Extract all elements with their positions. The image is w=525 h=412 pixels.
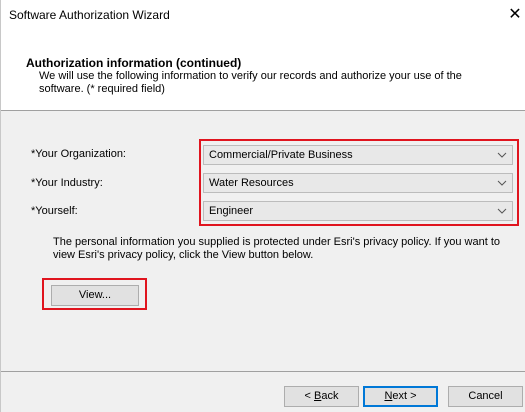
privacy-notice: The personal information you supplied is… xyxy=(53,236,501,261)
yourself-value: Engineer xyxy=(209,205,254,217)
organization-label: *Your Organization: xyxy=(31,148,126,160)
cancel-button[interactable]: Cancel xyxy=(448,386,523,407)
next-rest: ext > xyxy=(392,390,417,402)
page-description: We will use the following information to… xyxy=(39,70,462,95)
back-rest: ack xyxy=(321,390,339,402)
industry-value: Water Resources xyxy=(209,177,294,189)
back-button[interactable]: < Back xyxy=(284,386,359,407)
yourself-select[interactable]: Engineer xyxy=(203,201,513,221)
footer-divider xyxy=(1,371,525,372)
window-title: Software Authorization Wizard xyxy=(9,8,170,22)
chevron-down-icon xyxy=(497,180,507,186)
wizard-header: Authorization information (continued) We… xyxy=(1,30,525,111)
chevron-down-icon xyxy=(497,152,507,158)
back-prefix: < xyxy=(304,390,314,402)
page-title: Authorization information (continued) xyxy=(26,56,242,70)
next-button[interactable]: Next > xyxy=(363,386,438,407)
organization-value: Commercial/Private Business xyxy=(209,149,353,161)
organization-select[interactable]: Commercial/Private Business xyxy=(203,145,513,165)
industry-label: *Your Industry: xyxy=(31,177,103,189)
industry-select[interactable]: Water Resources xyxy=(203,173,513,193)
view-button[interactable]: View... xyxy=(51,285,139,306)
yourself-label: *Yourself: xyxy=(31,205,78,217)
close-icon[interactable]: ✕ xyxy=(504,0,525,30)
chevron-down-icon xyxy=(497,208,507,214)
title-bar: Software Authorization Wizard ✕ xyxy=(1,0,525,30)
wizard-window: Software Authorization Wizard ✕ Authoriz… xyxy=(0,0,525,412)
